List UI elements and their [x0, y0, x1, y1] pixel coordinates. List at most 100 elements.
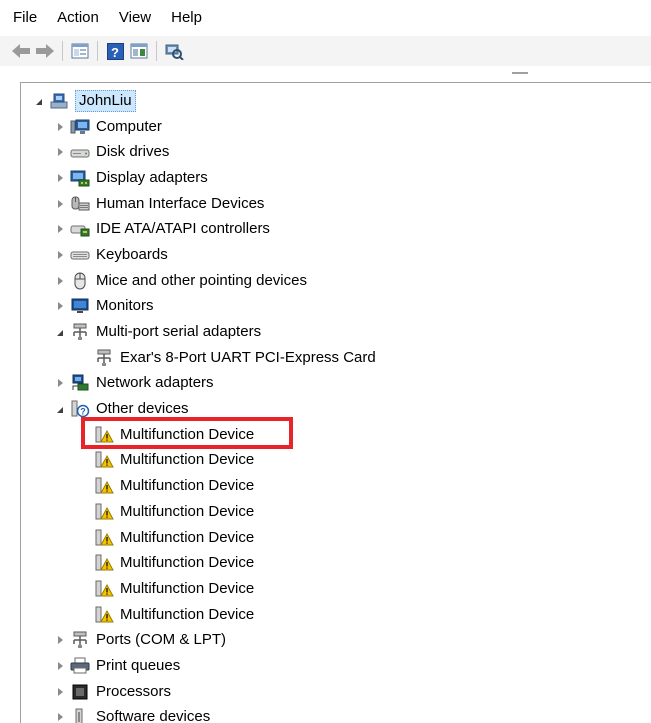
expand-toggle[interactable] [54, 172, 66, 184]
tree-item-multifunction-device[interactable]: Multifunction Device [21, 499, 651, 525]
warning-device-icon [94, 451, 114, 469]
serial-adapter-icon [94, 349, 114, 367]
scan-hardware-icon [164, 42, 184, 60]
tree-item-label: Human Interface Devices [96, 194, 264, 214]
tree-item-mice[interactable]: Mice and other pointing devices [21, 268, 651, 294]
expand-toggle[interactable] [54, 146, 66, 158]
expand-toggle[interactable] [54, 326, 66, 338]
expand-toggle[interactable] [54, 711, 66, 723]
menu-file[interactable]: File [0, 4, 47, 32]
scan-hardware-button[interactable] [163, 40, 185, 62]
tree-item-disk-drives[interactable]: Disk drives [21, 139, 651, 165]
tree-item-processors[interactable]: Processors [21, 679, 651, 705]
tree-item-label: IDE ATA/ATAPI controllers [96, 219, 270, 239]
warning-device-icon [94, 580, 114, 598]
tree-item-multifunction-device[interactable]: Multifunction Device [21, 473, 651, 499]
back-button[interactable] [10, 40, 32, 62]
tree-item-multifunction-device[interactable]: Multifunction Device [21, 550, 651, 576]
software-device-icon [70, 708, 90, 723]
tree-item-software-devices[interactable]: Software devices [21, 705, 651, 723]
tree-item-display-adapters[interactable]: Display adapters [21, 165, 651, 191]
expand-toggle[interactable] [54, 249, 66, 261]
tree-root[interactable]: JohnLiu [21, 88, 651, 114]
menu-action[interactable]: Action [47, 4, 109, 32]
tree-item-label: Processors [96, 682, 171, 702]
menu-bar: File Action View Help [0, 0, 651, 36]
console-view-button[interactable] [128, 40, 150, 62]
monitor-icon [70, 297, 90, 315]
properties-button[interactable] [69, 40, 91, 62]
expand-toggle[interactable] [54, 660, 66, 672]
keyboard-icon [70, 246, 90, 264]
tree-item-monitors[interactable]: Monitors [21, 294, 651, 320]
tree-item-network-adapters[interactable]: Network adapters [21, 371, 651, 397]
menu-help[interactable]: Help [161, 4, 212, 32]
toolbar-separator [156, 41, 157, 61]
tree-item-label: Exar's 8-Port UART PCI-Express Card [120, 348, 376, 368]
help-button[interactable]: ? [104, 40, 126, 62]
forward-arrow-icon [35, 43, 55, 59]
tree-item-label: Monitors [96, 296, 154, 316]
tree-item-label: Multi-port serial adapters [96, 322, 261, 342]
tree-item-multifunction-device[interactable]: Multifunction Device [21, 576, 651, 602]
tree-item-other-devices[interactable]: ? Other devices [21, 396, 651, 422]
tree-item-multifunction-device[interactable]: Multifunction Device [21, 602, 651, 628]
tree-item-label: Mice and other pointing devices [96, 271, 307, 291]
expand-toggle[interactable] [54, 198, 66, 210]
device-tree: JohnLiu Computer [21, 88, 651, 723]
warning-device-icon [94, 606, 114, 624]
expand-toggle[interactable] [54, 223, 66, 235]
properties-icon [71, 43, 89, 59]
port-icon [70, 631, 90, 649]
menu-view[interactable]: View [109, 4, 161, 32]
tree-item-label: Multifunction Device [120, 605, 254, 625]
expand-toggle[interactable] [54, 686, 66, 698]
warning-device-icon [94, 529, 114, 547]
expand-toggle[interactable] [54, 377, 66, 389]
toolbar-separator [97, 41, 98, 61]
hid-icon [70, 195, 90, 213]
tree-item-ide-controllers[interactable]: IDE ATA/ATAPI controllers [21, 216, 651, 242]
tree-item-label: Software devices [96, 707, 210, 723]
device-tree-pane: JohnLiu Computer [20, 82, 651, 723]
computer-icon [70, 118, 90, 136]
tree-item-human-interface-devices[interactable]: Human Interface Devices [21, 191, 651, 217]
tree-item-multifunction-device[interactable]: Multifunction Device [21, 448, 651, 474]
tree-item-ports[interactable]: Ports (COM & LPT) [21, 627, 651, 653]
expand-toggle[interactable] [54, 403, 66, 415]
expand-toggle[interactable] [54, 121, 66, 133]
ide-controller-icon [70, 220, 90, 238]
tree-item-label: Keyboards [96, 245, 168, 265]
network-adapter-icon [70, 374, 90, 392]
tree-item-label: Display adapters [96, 168, 208, 188]
warning-device-icon [94, 477, 114, 495]
tree-root-label: JohnLiu [75, 90, 136, 112]
tree-item-multifunction-device[interactable]: Multifunction Device [21, 422, 651, 448]
forward-button[interactable] [34, 40, 56, 62]
tree-item-label: Multifunction Device [120, 579, 254, 599]
tree-item-print-queues[interactable]: Print queues [21, 653, 651, 679]
tree-item-computer[interactable]: Computer [21, 114, 651, 140]
tree-item-label: Print queues [96, 656, 180, 676]
tree-item-exar-uart-card[interactable]: Exar's 8-Port UART PCI-Express Card [21, 345, 651, 371]
expand-toggle[interactable] [54, 300, 66, 312]
pane-splitter-mark [512, 72, 528, 74]
warning-device-icon [94, 554, 114, 572]
expand-toggle[interactable] [33, 95, 45, 107]
processor-icon [70, 683, 90, 701]
mouse-icon [70, 272, 90, 290]
back-arrow-icon [11, 43, 31, 59]
expand-toggle[interactable] [54, 634, 66, 646]
tree-item-label: Multifunction Device [120, 476, 254, 496]
tree-item-label: Multifunction Device [120, 528, 254, 548]
tree-item-label: Multifunction Device [120, 425, 254, 445]
tree-item-multifunction-device[interactable]: Multifunction Device [21, 525, 651, 551]
display-adapter-icon [70, 169, 90, 187]
tree-item-multi-port-serial-adapters[interactable]: Multi-port serial adapters [21, 319, 651, 345]
disk-drive-icon [70, 143, 90, 161]
tree-item-keyboards[interactable]: Keyboards [21, 242, 651, 268]
toolbar-separator [62, 41, 63, 61]
expand-toggle[interactable] [54, 275, 66, 287]
tree-item-label: Ports (COM & LPT) [96, 630, 226, 650]
warning-device-icon [94, 503, 114, 521]
